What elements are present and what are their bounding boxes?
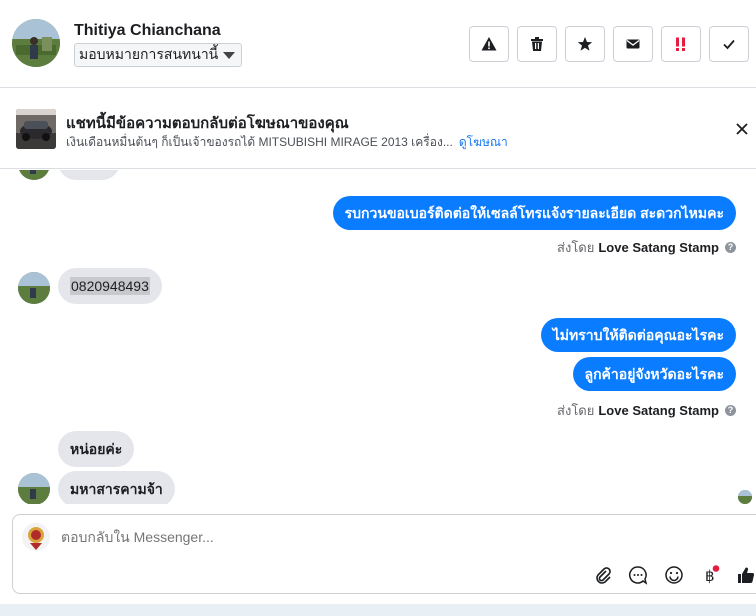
ad-banner-title: แชทนี้มีข้อความตอบกลับต่อโฆษณาของคุณ (66, 115, 349, 132)
warning-icon (481, 37, 497, 51)
sent-by-label: ส่งโดย Love Satang Stamp ? (557, 237, 736, 258)
contact-avatar[interactable] (12, 19, 60, 67)
paperclip-icon[interactable] (593, 565, 613, 585)
view-ad-link[interactable]: ดูโฆษณา (459, 135, 508, 149)
emoji-icon[interactable] (664, 565, 684, 585)
outgoing-message-bubble: ไม่ทราบให้ติดต่อคุณอะไรคะ (540, 318, 736, 352)
ad-reply-banner: แชทนี้มีข้อความตอบกลับต่อโฆษณาของคุณ เงิ… (0, 89, 756, 169)
thumbs-up-icon[interactable] (736, 565, 756, 585)
check-icon (723, 39, 735, 50)
star-icon (577, 37, 593, 51)
assign-label: มอบหมายการสนทนานี้ (79, 46, 219, 62)
reply-composer[interactable]: ฿ (12, 514, 756, 594)
sent-by-name: Love Satang Stamp (598, 240, 719, 255)
info-icon[interactable]: ? (725, 242, 736, 253)
message-thread[interactable]: รบกวนขอเบอร์ติดต่อให้เซลล์โทรแจ้งรายละเอ… (0, 170, 756, 504)
outgoing-message-bubble: ลูกค้าอยู่จังหวัดอะไรคะ (572, 357, 736, 391)
assign-conversation-select[interactable]: มอบหมายการสนทนานี้ (74, 43, 242, 67)
follow-up-icon (676, 37, 685, 51)
incoming-message-bubble: 0820948493 (58, 268, 162, 304)
envelope-icon (626, 39, 640, 49)
chevron-down-icon (223, 51, 235, 59)
conversation-header: Thitiya Chianchana มอบหมายการสนทนานี้ (0, 0, 756, 88)
footer-strip (0, 604, 756, 616)
payment-baht-icon[interactable]: ฿ (700, 565, 720, 585)
contact-avatar-small (18, 170, 50, 180)
report-spam-button[interactable] (469, 26, 509, 62)
follow-up-button[interactable] (661, 26, 701, 62)
sent-by-prefix: ส่งโดย (557, 240, 595, 255)
contact-name[interactable]: Thitiya Chianchana (74, 22, 221, 40)
ad-thumbnail[interactable] (16, 109, 56, 149)
trash-icon (531, 37, 543, 51)
incoming-message-bubble: หน่อยค่ะ (58, 431, 135, 467)
star-button[interactable] (565, 26, 605, 62)
phone-number-text[interactable]: 0820948493 (70, 277, 150, 295)
delete-button[interactable] (517, 26, 557, 62)
reply-input[interactable] (61, 529, 661, 545)
saved-replies-icon[interactable] (628, 565, 648, 585)
mark-unread-button[interactable] (613, 26, 653, 62)
outgoing-message-bubble: รบกวนขอเบอร์ติดต่อให้เซลล์โทรแจ้งรายละเอ… (332, 196, 736, 230)
page-avatar (22, 523, 50, 551)
contact-avatar-small (18, 473, 50, 504)
seen-indicator-avatar (738, 490, 752, 504)
incoming-message-bubble (58, 170, 120, 180)
ad-description: เงินเดือนหมื่นต้นๆ ก็เป็นเจ้าของรถได้ MI… (66, 133, 508, 152)
incoming-message-bubble: มหาสารคามจ้า (58, 471, 175, 504)
info-icon[interactable]: ? (725, 405, 736, 416)
close-icon[interactable] (734, 121, 750, 137)
mark-done-button[interactable] (709, 26, 749, 62)
ad-description-text: เงินเดือนหมื่นต้นๆ ก็เป็นเจ้าของรถได้ MI… (66, 135, 453, 149)
contact-avatar-small (18, 272, 50, 304)
sent-by-prefix: ส่งโดย (557, 403, 595, 418)
sent-by-name: Love Satang Stamp (598, 403, 719, 418)
sent-by-label: ส่งโดย Love Satang Stamp ? (557, 400, 736, 421)
